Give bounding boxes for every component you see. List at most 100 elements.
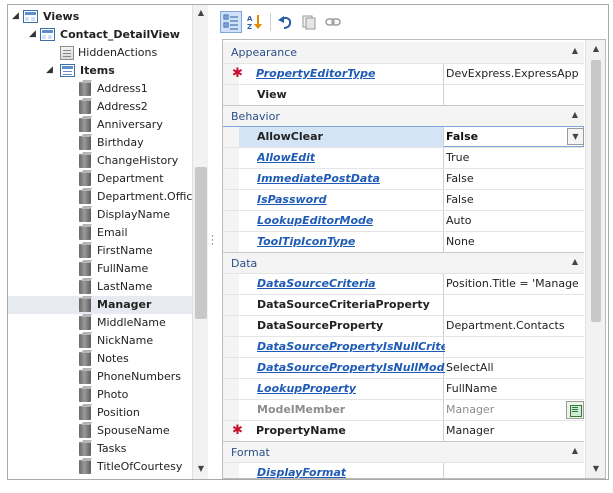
property-name-cell[interactable]: DataSourceCriteria <box>239 274 444 294</box>
collapse-category-icon[interactable]: ▲ <box>572 257 578 266</box>
ellipsis-editor-icon[interactable] <box>566 401 584 419</box>
tree-item-spousename[interactable]: SpouseName <box>8 422 192 440</box>
tree-item-middlename[interactable]: MiddleName <box>8 314 192 332</box>
scroll-down-arrow-icon[interactable]: ▼ <box>586 460 605 478</box>
property-row-tooltipicontype[interactable]: ToolTipIconType None <box>223 231 584 252</box>
tree-item-titleofcourtesy[interactable]: TitleOfCourtesy <box>8 458 192 476</box>
property-name-cell[interactable]: DisplayFormat <box>239 463 444 478</box>
property-value[interactable]: False <box>446 130 578 143</box>
property-row-allowclear[interactable]: AllowClear False ▼ <box>223 126 584 147</box>
property-row-datasourcecriteria[interactable]: DataSourceCriteria Position.Title = 'Mana… <box>223 273 584 294</box>
tree-item-position[interactable]: Position <box>8 404 192 422</box>
tree-item-notes[interactable]: Notes <box>8 350 192 368</box>
collapse-category-icon[interactable]: ▲ <box>572 110 578 119</box>
tree-item-tasks[interactable]: Tasks <box>8 440 192 458</box>
tree-item-firstname[interactable]: FirstName <box>8 242 192 260</box>
sort-alphabetical-button[interactable]: A Z <box>244 11 266 33</box>
property-name-cell[interactable]: View <box>239 85 444 105</box>
tree-item-fullname[interactable]: FullName <box>8 260 192 278</box>
property-name-cell[interactable]: LookupEditorMode <box>239 211 444 231</box>
tree-item-photo[interactable]: Photo <box>8 386 192 404</box>
property-row-datasourcepropertyisnullmode[interactable]: DataSourcePropertyIsNullMode SelectAll <box>223 357 584 378</box>
property-name-cell[interactable]: AllowEdit <box>239 148 444 168</box>
property-value[interactable]: Position.Title = 'Manager' <box>446 277 578 290</box>
collapse-arrow-icon[interactable]: ◢ <box>12 12 21 21</box>
tree-item-birthday[interactable]: Birthday <box>8 134 192 152</box>
undo-button[interactable] <box>274 11 296 33</box>
property-name-cell[interactable]: DataSourceCriteriaProperty <box>239 295 444 315</box>
tree-node-contact-detailview[interactable]: ◢ Contact_DetailView <box>8 26 192 44</box>
collapse-arrow-icon[interactable]: ◢ <box>46 66 55 75</box>
property-value[interactable]: Manager <box>446 424 578 437</box>
tree-item-manager[interactable]: Manager <box>8 296 192 314</box>
tree-item-lastname[interactable]: LastName <box>8 278 192 296</box>
tree-item-anniversary[interactable]: Anniversary <box>8 116 192 134</box>
property-name-cell[interactable]: ModelMember <box>239 400 444 420</box>
pane-splitter[interactable]: · · · <box>208 5 218 479</box>
tree-item-displayname[interactable]: DisplayName <box>8 206 192 224</box>
scroll-up-arrow-icon[interactable]: ▲ <box>193 5 209 21</box>
tree-node-views[interactable]: ◢ Views <box>8 8 192 26</box>
property-value[interactable]: None <box>446 235 578 248</box>
tree-node-items[interactable]: ◢ Items <box>8 62 192 80</box>
property-value[interactable]: DevExpress.ExpressApp... <box>446 67 578 80</box>
dropdown-arrow-icon[interactable]: ▼ <box>567 128 584 145</box>
collapse-category-icon[interactable]: ▲ <box>572 46 578 55</box>
property-name-cell[interactable]: ImmediatePostData <box>239 169 444 189</box>
copy-button[interactable] <box>298 11 320 33</box>
property-row-modelmember[interactable]: ModelMember Manager <box>223 399 584 420</box>
tree-item-department-office[interactable]: Department.Office <box>8 188 199 206</box>
tree-item-phonenumbers[interactable]: PhoneNumbers <box>8 368 192 386</box>
property-value[interactable]: Department.Contacts <box>446 319 578 332</box>
tree-scrollbar[interactable]: ▲ ▼ <box>192 5 208 479</box>
property-name-cell[interactable]: IsPassword <box>239 190 444 210</box>
tree-item-address2[interactable]: Address2 <box>8 98 192 116</box>
property-value[interactable]: Auto <box>446 214 578 227</box>
category-format[interactable]: Format ▲ <box>223 441 584 462</box>
category-data[interactable]: Data ▲ <box>223 252 584 273</box>
tree-item-email[interactable]: Email <box>8 224 192 242</box>
property-row-lookupeditormode[interactable]: LookupEditorMode Auto <box>223 210 584 231</box>
tree-node-hiddenactions[interactable]: HiddenActions <box>8 44 192 62</box>
property-row-lookupproperty[interactable]: LookupProperty FullName <box>223 378 584 399</box>
property-name-cell[interactable]: ToolTipIconType <box>239 232 444 252</box>
tree-item-address1[interactable]: Address1 <box>8 80 192 98</box>
property-name-cell[interactable]: DataSourcePropertyIsNullMode <box>239 358 445 378</box>
scroll-thumb[interactable] <box>195 167 207 319</box>
tree-item-nickname[interactable]: NickName <box>8 332 192 350</box>
category-behavior[interactable]: Behavior ▲ <box>223 105 584 126</box>
tree-item-department[interactable]: Department <box>8 170 192 188</box>
property-name-cell[interactable]: PropertyEditorType <box>239 64 444 84</box>
property-name-cell[interactable]: DataSourceProperty <box>239 316 444 336</box>
tree-item-changehistory[interactable]: ChangeHistory <box>8 152 192 170</box>
property-value[interactable]: True <box>446 151 578 164</box>
property-name-cell[interactable]: DataSourcePropertyIsNullCriteria <box>239 337 445 357</box>
category-appearance[interactable]: Appearance ▲ <box>223 42 584 63</box>
property-value[interactable]: Manager <box>446 403 578 416</box>
property-row-propertyname[interactable]: ✱ PropertyName Manager <box>223 420 584 441</box>
property-row-datasourcepropertyisnullcriteria[interactable]: DataSourcePropertyIsNullCriteria <box>223 336 584 357</box>
link-button[interactable] <box>322 11 344 33</box>
property-name-cell[interactable]: AllowClear <box>239 127 444 147</box>
property-row-displayformat[interactable]: DisplayFormat <box>223 462 584 478</box>
scroll-down-arrow-icon[interactable]: ▼ <box>193 461 209 477</box>
property-value[interactable]: FullName <box>446 382 578 395</box>
property-row-datasourcecriteriaproperty[interactable]: DataSourceCriteriaProperty <box>223 294 584 315</box>
property-name-cell[interactable]: LookupProperty <box>239 379 444 399</box>
property-row-datasourceproperty[interactable]: DataSourceProperty Department.Contacts <box>223 315 584 336</box>
property-row-ispassword[interactable]: IsPassword False <box>223 189 584 210</box>
collapse-arrow-icon[interactable]: ◢ <box>29 30 38 39</box>
collapse-category-icon[interactable]: ▲ <box>572 446 578 455</box>
property-value[interactable]: False <box>446 172 578 185</box>
categorized-button[interactable] <box>220 11 242 33</box>
grid-scrollbar[interactable]: ▲ ▼ <box>585 40 605 478</box>
property-row-immediatepostdata[interactable]: ImmediatePostData False <box>223 168 584 189</box>
property-row-view[interactable]: View <box>223 84 584 105</box>
property-row-propertyeditortype[interactable]: ✱ PropertyEditorType DevExpress.ExpressApp… <box>223 63 584 84</box>
scroll-thumb[interactable] <box>591 60 601 322</box>
scroll-up-arrow-icon[interactable]: ▲ <box>586 40 605 58</box>
property-row-allowedit[interactable]: AllowEdit True <box>223 147 584 168</box>
property-name-cell[interactable]: PropertyName <box>239 421 444 441</box>
property-value[interactable]: False <box>446 193 578 206</box>
property-value[interactable]: SelectAll <box>446 361 578 374</box>
